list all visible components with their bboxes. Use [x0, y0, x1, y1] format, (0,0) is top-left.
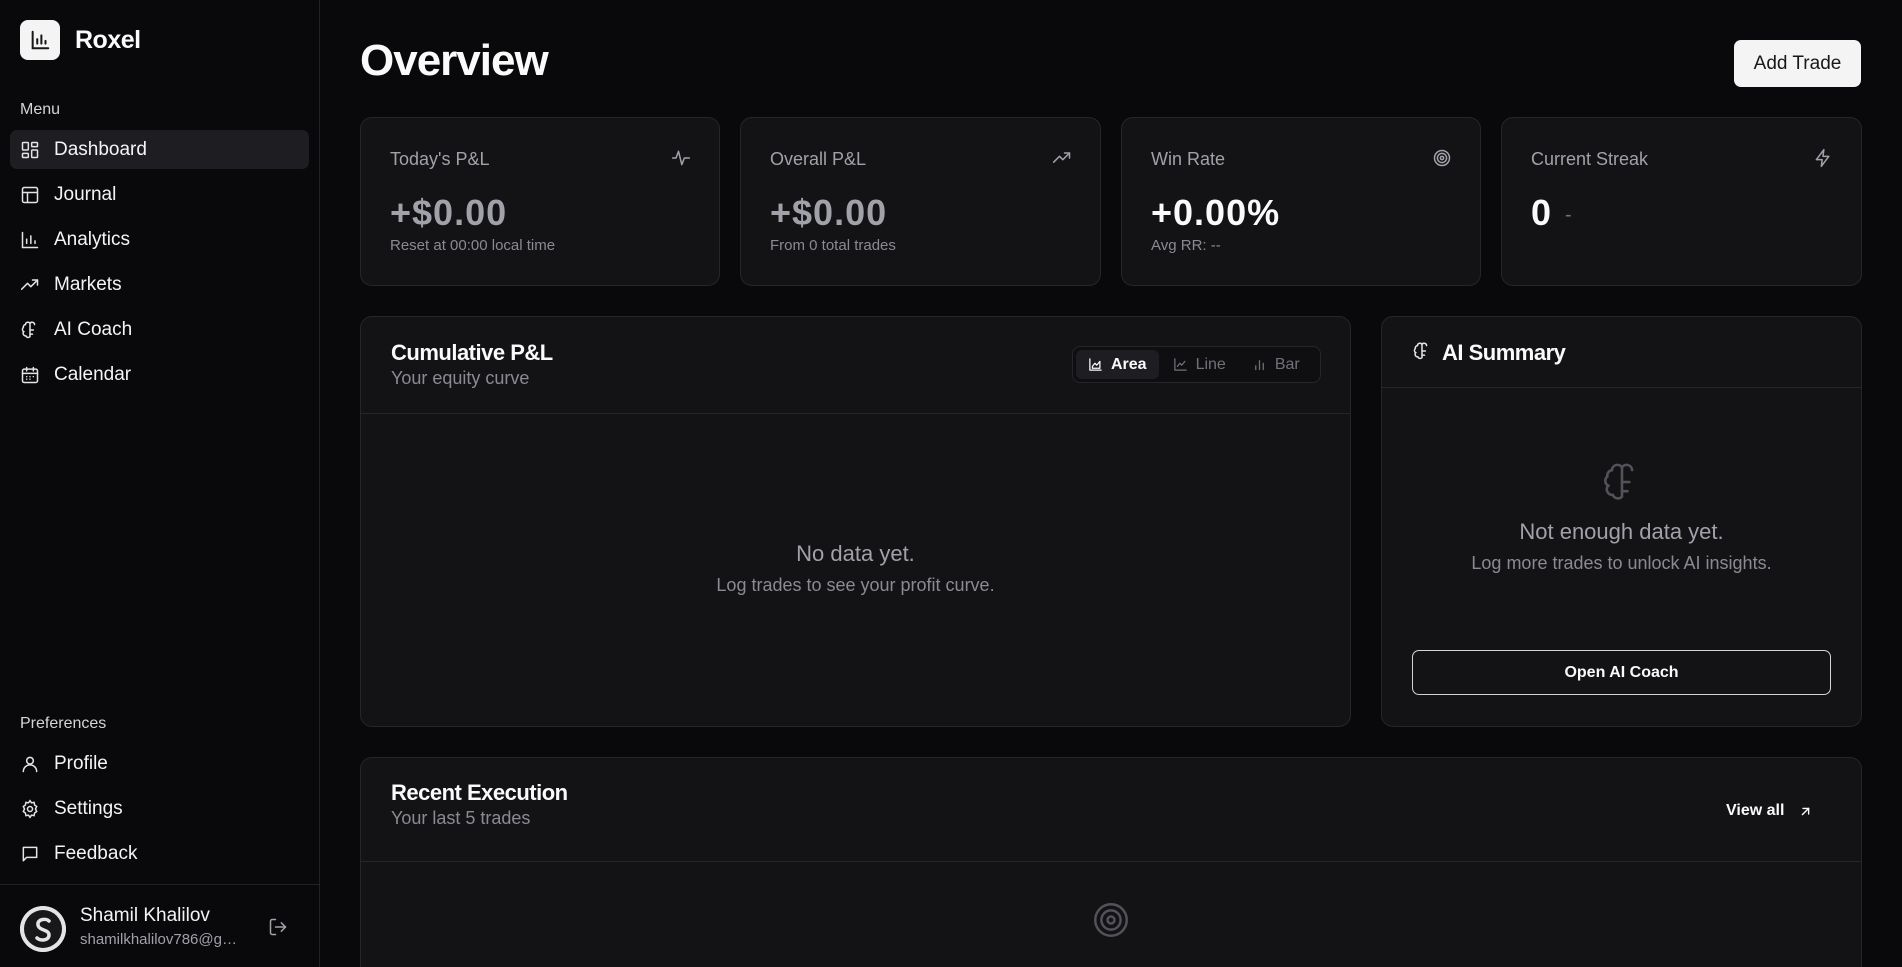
zap-icon: [1813, 148, 1833, 173]
stat-value: +0.00%: [1151, 192, 1281, 233]
avatar[interactable]: [20, 906, 66, 952]
bar-chart-icon: [1254, 360, 1264, 371]
card-title: AI Summary: [1442, 340, 1566, 365]
user-icon: [22, 756, 38, 772]
bar-chart-icon: [21, 231, 39, 248]
sidebar-item-markets[interactable]: Markets: [10, 265, 309, 304]
calendar-icon: [21, 366, 39, 383]
sidebar-item-label: Journal: [54, 183, 117, 205]
sidebar-item-label: Settings: [54, 797, 123, 819]
stat-label: Win Rate: [1151, 149, 1226, 169]
chart-mode-label: Bar: [1274, 355, 1300, 373]
brand[interactable]: Roxel: [20, 20, 141, 60]
stat-label: Current Streak: [1531, 149, 1649, 169]
table-icon: [21, 186, 39, 203]
sidebar-item-journal[interactable]: Journal: [10, 175, 309, 214]
stat-sub: Reset at 00:00 local time: [390, 237, 556, 254]
stat-card-current-streak: Current Streak 0 -: [1501, 117, 1862, 286]
sidebar-item-profile[interactable]: Profile: [10, 744, 309, 783]
stat-card-overall-pnl: Overall P&L +$0.00 From 0 total trades: [740, 117, 1101, 286]
chart-mode-area[interactable]: Area: [1076, 350, 1159, 379]
card-divider: [361, 413, 1350, 414]
target-icon: [1432, 148, 1452, 173]
main-nav: Dashboard Journal Analytics Markets AI C…: [10, 130, 309, 400]
chart-mode-bar[interactable]: Bar: [1240, 350, 1312, 379]
view-all-label: View all: [1726, 802, 1785, 819]
user-panel: Shamil Khalilov shamilkhalilov786@gmail.…: [0, 884, 320, 967]
card-subtitle: Your equity curve: [391, 368, 530, 388]
open-ai-coach-button[interactable]: Open AI Coach: [1412, 650, 1831, 695]
chart-mode-label: Area: [1111, 355, 1147, 373]
target-icon: [1090, 899, 1132, 946]
stat-value: +$0.00: [770, 192, 888, 233]
log-out-icon: [269, 918, 287, 936]
brand-name: Roxel: [75, 25, 141, 54]
stat-label: Today's P&L: [390, 149, 490, 169]
sidebar-item-label: Markets: [54, 273, 122, 295]
view-all-link[interactable]: View all: [1726, 802, 1813, 820]
sidebar-item-label: Analytics: [54, 228, 131, 250]
preferences-nav: Profile Settings Feedback: [10, 744, 309, 879]
arrow-up-right-icon: [1802, 807, 1810, 815]
stat-sub: Avg RR: --: [1151, 237, 1221, 254]
menu-label: Menu: [20, 101, 61, 118]
brain-icon: [21, 320, 36, 338]
page-title: Overview: [360, 36, 549, 85]
sidebar-item-dashboard[interactable]: Dashboard: [10, 130, 309, 169]
sidebar-item-analytics[interactable]: Analytics: [10, 220, 309, 259]
sidebar-item-label: Profile: [54, 752, 108, 774]
sidebar-item-calendar[interactable]: Calendar: [10, 355, 309, 394]
card-divider: [361, 861, 1861, 862]
ai-summary-card: AI Summary Not enough data yet. Log more…: [1381, 316, 1862, 727]
cumulative-pnl-card: Cumulative P&L Your equity curve Area Li…: [360, 316, 1351, 727]
preferences-label: Preferences: [20, 715, 107, 732]
stat-value: +$0.00: [390, 192, 508, 233]
user-email: shamilkhalilov786@gmail.com: [80, 931, 240, 948]
add-trade-button[interactable]: Add Trade: [1734, 40, 1861, 87]
stat-label: Overall P&L: [770, 149, 867, 169]
brain-icon: [1600, 460, 1644, 509]
sidebar-item-ai-coach[interactable]: AI Coach: [10, 310, 309, 349]
sidebar-item-label: Calendar: [54, 363, 132, 385]
card-divider: [1382, 387, 1861, 388]
sidebar-item-feedback[interactable]: Feedback: [10, 834, 309, 873]
grid-icon: [21, 141, 39, 158]
area-chart-icon: [1089, 358, 1102, 371]
card-title: Recent Execution: [391, 780, 568, 805]
gear-icon: [22, 798, 38, 819]
sidebar: Roxel Menu Dashboard Journal Analytics M…: [0, 0, 320, 967]
brain-icon: [1412, 341, 1432, 366]
card-subtitle: Your last 5 trades: [391, 808, 531, 828]
sidebar-item-label: Feedback: [54, 842, 138, 864]
chart-mode-line[interactable]: Line: [1161, 350, 1238, 379]
bar-chart-logo-icon: [20, 20, 60, 60]
card-title: Cumulative P&L: [391, 340, 553, 365]
activity-icon: [671, 148, 691, 173]
trending-up-icon: [20, 278, 39, 290]
empty-state-subtitle: Log more trades to unlock AI insights.: [1471, 553, 1772, 573]
stat-sub: From 0 total trades: [770, 237, 896, 254]
stat-card-win-rate: Win Rate +0.00% Avg RR: --: [1121, 117, 1481, 286]
empty-state-title: Not enough data yet.: [1519, 519, 1724, 544]
trending-up-icon: [1052, 148, 1072, 173]
sidebar-item-settings[interactable]: Settings: [10, 789, 309, 828]
chart-mode-label: Line: [1195, 355, 1226, 373]
empty-state-title: No data yet.: [796, 541, 915, 566]
recent-execution-card: Recent Execution Your last 5 trades View…: [360, 757, 1862, 967]
chart-mode-toggle: Area Line Bar: [1072, 346, 1321, 383]
line-chart-icon: [1173, 358, 1187, 371]
sidebar-item-label: Dashboard: [54, 138, 147, 160]
stat-value: 0: [1531, 192, 1553, 233]
stat-sub: -: [1565, 204, 1572, 226]
sidebar-item-label: AI Coach: [54, 318, 133, 340]
message-square-icon: [22, 846, 38, 861]
empty-state-subtitle: Log trades to see your profit curve.: [716, 575, 995, 595]
logout-button[interactable]: [268, 917, 288, 942]
user-name: Shamil Khalilov: [80, 905, 210, 926]
stat-card-today-pnl: Today's P&L +$0.00 Reset at 00:00 local …: [360, 117, 720, 286]
